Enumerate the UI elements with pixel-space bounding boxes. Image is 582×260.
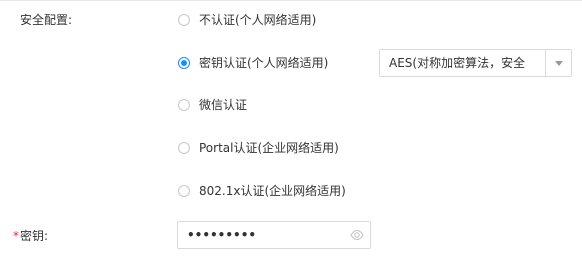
key-password-input[interactable]: •••••••••: [177, 221, 371, 249]
select-divider: [545, 50, 546, 76]
chevron-down-icon[interactable]: [555, 61, 563, 66]
radio-circle[interactable]: [178, 185, 190, 197]
key-label: 密钥:: [20, 229, 49, 243]
security-config-label: 安全配置:: [20, 13, 73, 27]
radio-circle[interactable]: [178, 142, 190, 154]
radio-circle[interactable]: [178, 14, 190, 26]
radio-portal-auth[interactable]: Portal认证(企业网络适用): [178, 140, 339, 156]
radio-circle[interactable]: [178, 99, 190, 111]
radio-label: Portal认证(企业网络适用): [199, 141, 339, 155]
radio-label: 微信认证: [199, 98, 248, 112]
required-mark: *: [13, 229, 19, 243]
top-divider: [0, 0, 582, 1]
radio-key-auth[interactable]: 密钥认证(个人网络适用): [178, 55, 328, 71]
encryption-select[interactable]: AES(对称加密算法，安全: [379, 49, 572, 77]
radio-wechat-auth[interactable]: 微信认证: [178, 97, 247, 113]
radio-no-auth[interactable]: 不认证(个人网络适用): [178, 12, 316, 28]
radio-circle-checked[interactable]: [178, 57, 190, 69]
encryption-select-value: AES(对称加密算法，安全: [389, 56, 526, 70]
radio-label: 密钥认证(个人网络适用): [199, 56, 329, 70]
radio-8021x-auth[interactable]: 802.1x认证(企业网络适用): [178, 183, 346, 199]
eye-icon[interactable]: [350, 229, 364, 241]
radio-label: 不认证(个人网络适用): [199, 13, 317, 27]
radio-label: 802.1x认证(企业网络适用): [199, 184, 346, 198]
password-masked-value: •••••••••: [187, 228, 257, 242]
